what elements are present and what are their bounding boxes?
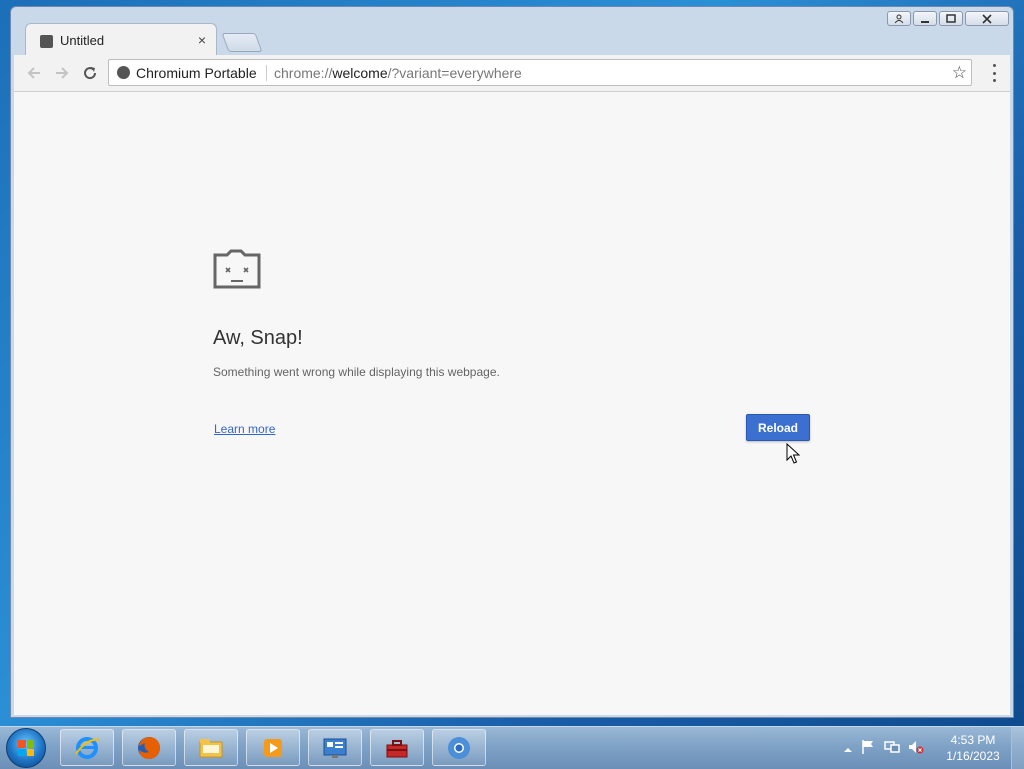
new-tab-button[interactable] — [221, 33, 263, 52]
minimize-button[interactable] — [913, 11, 937, 26]
bookmark-star-icon[interactable]: ☆ — [952, 63, 967, 83]
page-content: Aw, Snap! Something went wrong while dis… — [14, 92, 1010, 715]
volume-muted-icon[interactable] — [908, 739, 924, 760]
windows-logo-icon — [18, 740, 34, 756]
firefox-icon[interactable] — [122, 729, 176, 766]
chromium-icon[interactable] — [432, 729, 486, 766]
tab-title: Untitled — [60, 33, 105, 48]
start-button[interactable] — [6, 728, 46, 768]
show-desktop-button[interactable] — [1011, 727, 1024, 769]
maximize-button[interactable] — [939, 11, 963, 26]
browser-window: Untitled × Chromium Portable chrome://we… — [10, 6, 1014, 718]
clock-date: 1/16/2023 — [946, 749, 1000, 763]
clock-time: 4:53 PM — [950, 733, 996, 747]
clock[interactable]: 4:53 PM 1/16/2023 — [940, 732, 1006, 764]
url-text[interactable]: chrome://welcome/?variant=everywhere — [274, 65, 522, 81]
sad-tab-icon — [40, 35, 53, 48]
learn-more-link[interactable]: Learn more — [214, 422, 275, 436]
show-hidden-icons-icon[interactable] — [844, 741, 852, 759]
site-info-icon[interactable] — [117, 66, 130, 79]
reload-icon[interactable] — [80, 63, 100, 83]
action-center-flag-icon[interactable] — [860, 739, 876, 760]
close-window-button[interactable] — [965, 11, 1009, 26]
tab-close-icon[interactable]: × — [198, 33, 206, 47]
mouse-cursor-icon — [786, 442, 801, 470]
tab-untitled[interactable]: Untitled × — [25, 23, 217, 57]
taskbar: 4:53 PM 1/16/2023 — [0, 726, 1024, 769]
window-controls — [887, 11, 1009, 26]
error-message: Something went wrong while displaying th… — [213, 365, 500, 379]
user-icon[interactable] — [887, 11, 911, 26]
network-icon[interactable] — [884, 739, 900, 760]
internet-explorer-icon[interactable] — [60, 729, 114, 766]
reload-button[interactable]: Reload — [746, 414, 810, 441]
omnibox-divider — [266, 65, 267, 81]
toolbox-icon[interactable] — [370, 729, 424, 766]
site-name: Chromium Portable — [136, 65, 257, 81]
system-tray — [844, 739, 924, 760]
back-arrow-icon[interactable] — [24, 63, 44, 83]
url-host: welcome — [332, 65, 388, 81]
url-path: /?variant=everywhere — [387, 65, 522, 81]
control-panel-icon[interactable] — [308, 729, 362, 766]
media-player-icon[interactable] — [246, 729, 300, 766]
page-title: Aw, Snap! — [213, 327, 303, 349]
sad-folder-icon — [213, 249, 261, 294]
menu-kebab-icon[interactable] — [986, 64, 1002, 82]
address-bar[interactable]: Chromium Portable chrome://welcome/?vari… — [108, 59, 972, 86]
url-scheme: chrome:// — [274, 65, 333, 81]
forward-arrow-icon[interactable] — [52, 63, 72, 83]
file-explorer-icon[interactable] — [184, 729, 238, 766]
title-bar: Untitled × — [11, 7, 1013, 57]
browser-toolbar: Chromium Portable chrome://welcome/?vari… — [14, 55, 1010, 92]
